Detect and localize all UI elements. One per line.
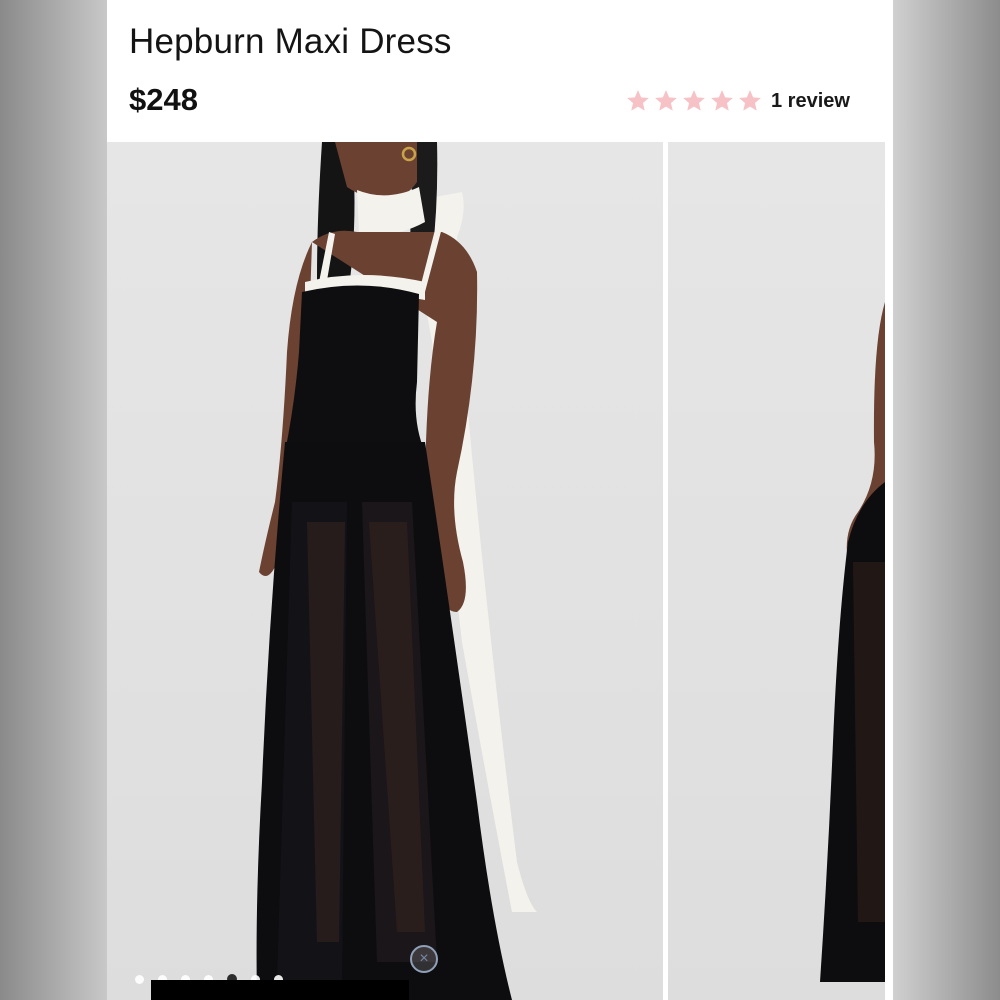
backdrop-right xyxy=(893,0,1000,1000)
dress-back-illustration xyxy=(820,302,885,982)
star-icon xyxy=(655,90,677,111)
image-gallery[interactable]: × xyxy=(107,142,893,1000)
product-photo-back[interactable] xyxy=(668,142,885,1000)
product-photo-front[interactable] xyxy=(107,142,663,1000)
star-icon xyxy=(627,90,649,111)
star-rating xyxy=(625,88,763,114)
product-rating[interactable]: 1 review xyxy=(625,88,850,114)
star-icon xyxy=(711,90,733,111)
star-icon xyxy=(739,90,761,111)
review-count-link[interactable]: 1 review xyxy=(771,90,850,113)
pagination-dot[interactable] xyxy=(135,974,144,984)
bottom-bar xyxy=(151,980,409,1000)
close-icon[interactable]: × xyxy=(410,945,438,973)
backdrop-left xyxy=(0,0,107,1000)
product-price: $248 xyxy=(129,82,198,117)
dress-front-illustration xyxy=(256,142,537,1000)
product-title: Hepburn Maxi Dress xyxy=(129,22,452,61)
star-icon xyxy=(683,90,705,111)
product-card: Hepburn Maxi Dress $248 1 review × xyxy=(107,0,893,1000)
